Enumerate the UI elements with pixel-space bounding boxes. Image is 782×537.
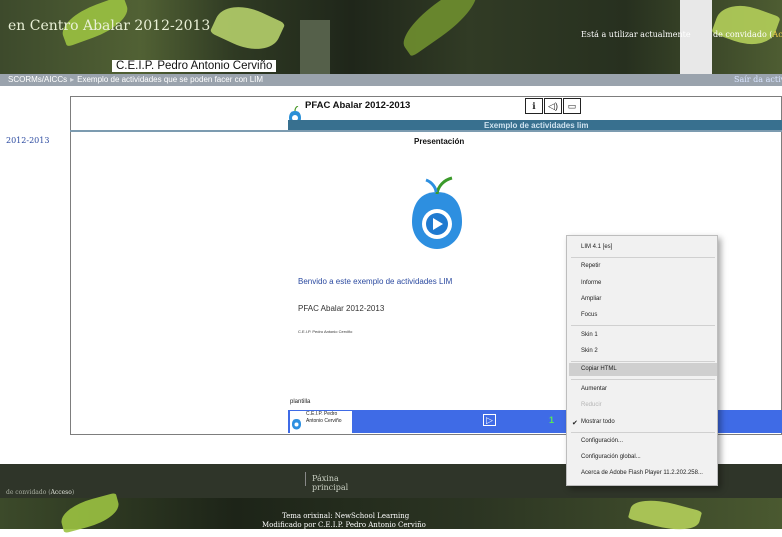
menu-item-zoom-out: Reducir: [581, 402, 602, 408]
navigation-bar: SCORMs/AICCs ▸ Exemplo de actividades que …: [0, 74, 782, 86]
leaf-decoration: [394, 0, 486, 58]
breadcrumb: SCORMs/AICCs ▸ Exemplo de actividades que …: [8, 75, 263, 84]
activity-header-line: [70, 130, 782, 132]
welcome-text: Benvido a este exemplo de actividades LI…: [298, 277, 453, 286]
menu-separator: [571, 379, 715, 380]
site-title: en Centro Abalar 2012-2013: [8, 18, 211, 34]
guest-prefix: de convidado (: [713, 30, 773, 39]
menu-item-skin-1[interactable]: Skin 1: [581, 332, 598, 338]
next-button[interactable]: ▷: [483, 414, 496, 426]
menu-item-global-settings[interactable]: Configuración global...: [581, 454, 641, 460]
menu-item-lim-version[interactable]: LIM 4.1 [es]: [581, 244, 612, 250]
breadcrumb-separator: ▸: [70, 75, 75, 84]
theme-credit: Tema orixinal: NewSchool Learning: [282, 512, 410, 520]
menu-separator: [571, 361, 715, 362]
school-small-text: C.E.I.P. Pedro Antonio Cerviño: [298, 329, 353, 334]
checkmark-icon: ✔: [572, 420, 578, 427]
sidebar-year-link[interactable]: 2012-2013: [6, 136, 49, 145]
menu-separator: [571, 257, 715, 258]
menu-item-focus[interactable]: Focus: [581, 312, 597, 318]
login-link[interactable]: Acce: [772, 30, 782, 39]
theme-modified-credit: Modificado por C.E.I.P. Pedro Antonio Ce…: [262, 521, 426, 529]
footer-login-info: de convidado (Acceso): [6, 489, 74, 496]
exit-activity-link[interactable]: Saír da activi: [734, 75, 782, 84]
menu-item-enlarge[interactable]: Ampliar: [581, 296, 601, 302]
apple-logo-icon: [412, 176, 462, 249]
section-title: Presentación: [414, 137, 465, 146]
leaf-decoration: [209, 0, 286, 60]
login-info: Está a utilizar actualmente: [581, 30, 691, 39]
info-icon[interactable]: ℹ: [525, 98, 543, 114]
page-number: 1: [549, 415, 555, 425]
leaf-decoration: [711, 0, 781, 54]
menu-item-skin-2[interactable]: Skin 2: [581, 348, 598, 354]
screen-icon[interactable]: ▭: [563, 98, 581, 114]
flash-context-menu: LIM 4.1 [es] Repetir Informe Ampliar Foc…: [566, 235, 718, 486]
leaf-decoration: [627, 493, 703, 537]
menu-item-show-all[interactable]: Mostrar todo: [581, 419, 615, 425]
school-name: C.E.I.P. Pedro Antonio Cerviño: [112, 60, 277, 72]
activity-toolbar: ℹ ◁) ▭: [525, 98, 581, 114]
sound-icon[interactable]: ◁): [544, 98, 562, 114]
menu-item-settings[interactable]: Configuración...: [581, 438, 623, 444]
template-label: plantilla: [290, 399, 311, 405]
menu-item-copy-html[interactable]: Copiar HTML: [581, 366, 617, 372]
school-logo-text: C.E.I.P. Pedro Antonio Cerviño: [306, 411, 342, 424]
guest-info: de convidado (Acce: [713, 30, 782, 39]
menu-separator: [571, 325, 715, 326]
pfac-text: PFAC Abalar 2012-2013: [298, 304, 385, 313]
breadcrumb-scorms[interactable]: SCORMs/AICCs: [8, 75, 67, 84]
building-decoration: [300, 20, 330, 74]
leaf-decoration: [57, 492, 123, 534]
footer-login-link[interactable]: Acceso: [51, 489, 72, 496]
activity-subtitle: Exemplo de actividades lim: [484, 121, 589, 130]
apple-logo-icon: [292, 419, 301, 430]
home-page-link[interactable]: Páxina principal: [305, 472, 377, 492]
breadcrumb-activity: Exemplo de actividades que se poden face…: [77, 75, 264, 84]
menu-item-zoom-in[interactable]: Aumentar: [581, 386, 607, 392]
activity-title: PFAC Abalar 2012-2013: [305, 100, 411, 111]
menu-item-repeat[interactable]: Repetir: [581, 263, 600, 269]
footer-guest-suffix: ): [71, 489, 75, 496]
menu-item-report[interactable]: Informe: [581, 280, 601, 286]
menu-item-about-flash[interactable]: Acerca de Adobe Flash Player 11.2.202.25…: [581, 470, 703, 476]
footer-guest-prefix: de convidado (: [6, 489, 51, 496]
menu-separator: [571, 432, 715, 433]
